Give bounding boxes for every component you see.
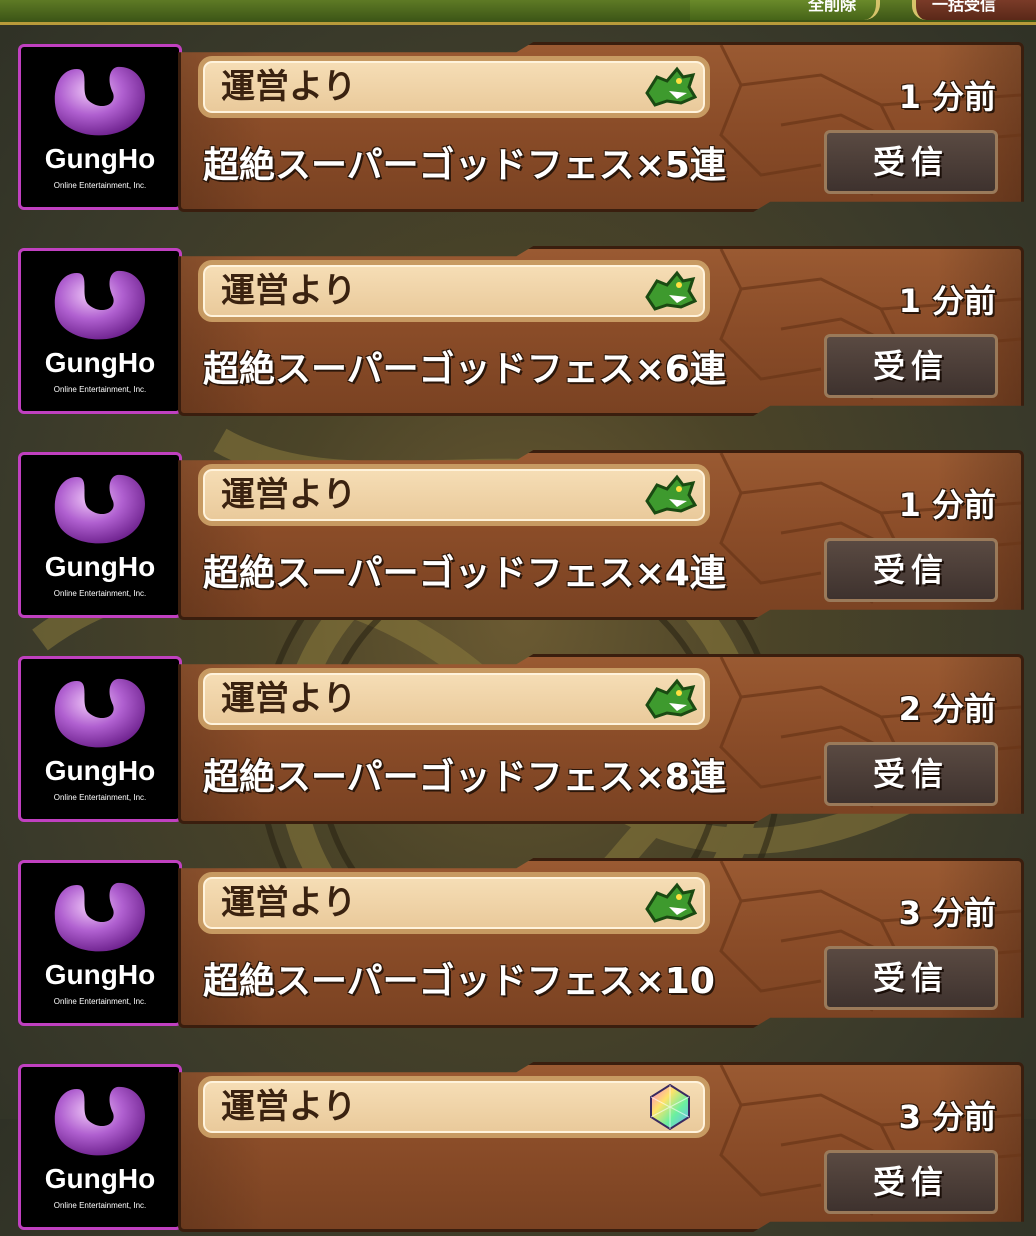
mail-row[interactable]: GungHo Online Entertainment, Inc. 運営より 3… <box>0 1060 1036 1236</box>
receive-all-tab[interactable]: 一括受信 <box>912 0 1036 20</box>
receive-button[interactable]: 受信 <box>824 130 998 194</box>
magic-stone-icon <box>650 1083 690 1131</box>
mail-subject: 超絶スーパーゴッドフェス×6連 <box>203 349 726 390</box>
sender-avatar: GungHo Online Entertainment, Inc. <box>18 44 182 210</box>
sender-avatar: GungHo Online Entertainment, Inc. <box>18 1064 182 1230</box>
time-ago: 3 分前 <box>898 894 996 932</box>
logo-subtitle: Online Entertainment, Inc. <box>53 793 147 802</box>
sender-avatar: GungHo Online Entertainment, Inc. <box>18 860 182 1026</box>
sender-label: 運営より <box>221 883 357 923</box>
logo-word: GungHo <box>44 959 156 990</box>
sender-label-box: 運営より <box>198 464 710 526</box>
dragon-icon <box>645 678 697 719</box>
sender-label: 運営より <box>221 1087 357 1127</box>
time-ago: 1 分前 <box>898 486 996 524</box>
sender-label-box: 運営より <box>198 56 710 118</box>
sender-label: 運営より <box>221 271 357 311</box>
sender-label: 運営より <box>221 67 357 107</box>
time-ago: 1 分前 <box>898 78 996 116</box>
mail-row[interactable]: GungHo Online Entertainment, Inc. 運営より 1… <box>0 244 1036 420</box>
logo-subtitle: Online Entertainment, Inc. <box>53 997 147 1006</box>
logo-word: GungHo <box>44 551 156 582</box>
top-bar: 全削除 一括受信 <box>0 0 1036 25</box>
time-ago: 2 分前 <box>898 690 996 728</box>
dragon-icon <box>645 270 697 311</box>
dragon-icon <box>645 66 697 107</box>
mail-subject: 超絶スーパーゴッドフェス×5連 <box>203 145 726 186</box>
logo-subtitle: Online Entertainment, Inc. <box>53 385 147 394</box>
logo-subtitle: Online Entertainment, Inc. <box>53 1201 147 1210</box>
receive-button[interactable]: 受信 <box>824 538 998 602</box>
sender-avatar: GungHo Online Entertainment, Inc. <box>18 656 182 822</box>
sender-label: 運営より <box>221 475 357 515</box>
time-ago: 3 分前 <box>898 1098 996 1136</box>
sender-label-box: 運営より <box>198 260 710 322</box>
dragon-icon <box>645 474 697 515</box>
logo-word: GungHo <box>44 347 156 378</box>
sender-label: 運営より <box>221 679 357 719</box>
sender-avatar: GungHo Online Entertainment, Inc. <box>18 248 182 414</box>
time-ago: 1 分前 <box>898 282 996 320</box>
sender-avatar: GungHo Online Entertainment, Inc. <box>18 452 182 618</box>
mail-row[interactable]: GungHo Online Entertainment, Inc. 運営より 3… <box>0 856 1036 1032</box>
logo-word: GungHo <box>44 1163 156 1194</box>
receive-button[interactable]: 受信 <box>824 1150 998 1214</box>
mail-row[interactable]: GungHo Online Entertainment, Inc. 運営より 1… <box>0 40 1036 216</box>
logo-word: GungHo <box>44 755 156 786</box>
delete-all-tab[interactable]: 全削除 <box>690 0 880 20</box>
logo-subtitle: Online Entertainment, Inc. <box>53 181 147 190</box>
mail-subject: 超絶スーパーゴッドフェス×8連 <box>203 757 726 798</box>
dragon-icon <box>645 882 697 923</box>
mail-subject: 超絶スーパーゴッドフェス×10 <box>203 961 715 1002</box>
mail-row[interactable]: GungHo Online Entertainment, Inc. 運営より 1… <box>0 448 1036 624</box>
logo-word: GungHo <box>44 143 156 174</box>
receive-button[interactable]: 受信 <box>824 742 998 806</box>
sender-label-box: 運営より <box>198 668 710 730</box>
receive-button[interactable]: 受信 <box>824 334 998 398</box>
mail-row[interactable]: GungHo Online Entertainment, Inc. 運営より 2… <box>0 652 1036 828</box>
logo-subtitle: Online Entertainment, Inc. <box>53 589 147 598</box>
receive-button[interactable]: 受信 <box>824 946 998 1010</box>
sender-label-box: 運営より <box>198 872 710 934</box>
sender-label-box: 運営より <box>198 1076 710 1138</box>
mail-subject: 超絶スーパーゴッドフェス×4連 <box>203 553 726 594</box>
